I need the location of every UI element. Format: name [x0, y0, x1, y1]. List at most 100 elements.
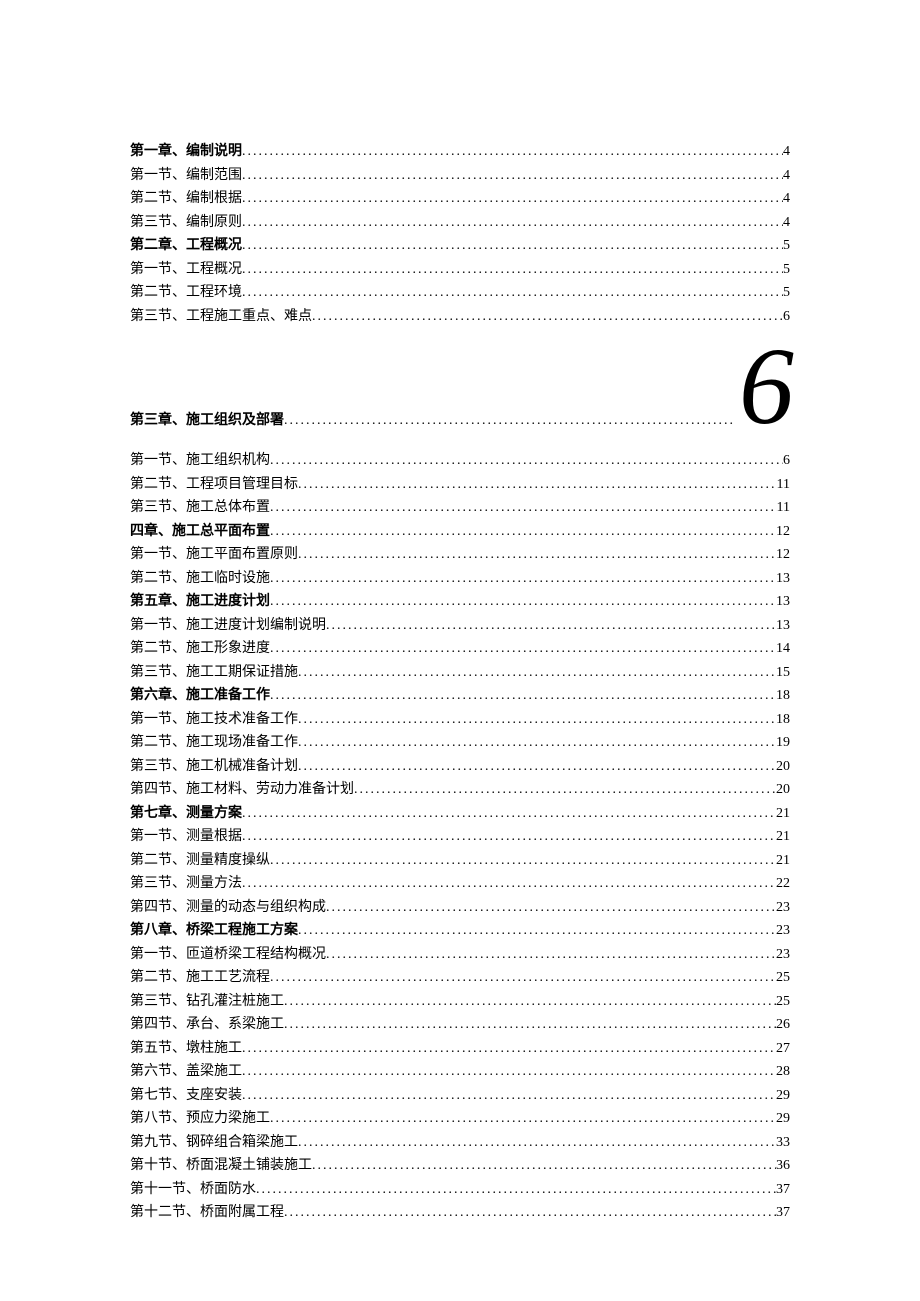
toc-entry-label: 第二节、施工形象进度 [130, 637, 270, 661]
toc-entry-page: 37 [776, 1201, 790, 1225]
toc-entry-label: 第三节、测量方法 [130, 872, 242, 896]
toc-entry-label: 第二节、工程项目管理目标 [130, 473, 298, 497]
toc-entry-label: 第一节、施工平面布置原则 [130, 543, 298, 567]
toc-entry-label: 第八节、预应力梁施工 [130, 1107, 270, 1131]
toc-entry-page: 15 [776, 661, 790, 685]
toc-entry-label: 第三节、钻孔灌注桩施工 [130, 990, 284, 1014]
toc-entry: 第四节、施工材料、劳动力准备计划 20 [130, 778, 790, 802]
toc-leader-dots [270, 966, 776, 990]
toc-entry-page: 25 [776, 966, 790, 990]
toc-entry: 第十二节、桥面附属工程37 [130, 1201, 790, 1225]
toc-entry-page: 23 [776, 943, 790, 967]
toc-entry-label: 第三节、编制原则 [130, 211, 242, 235]
toc-entry-label: 第六章、施工准备工作 [130, 684, 270, 708]
toc-entry: 第二节、工程环境5 [130, 281, 790, 305]
toc-entry: 第十一节、桥面防水37 [130, 1178, 790, 1202]
toc-leader-dots [270, 637, 776, 661]
toc-entry-label: 第三章、施工组织及部署 [130, 409, 284, 433]
toc-entry: 第三节、测量方法22 [130, 872, 790, 896]
toc-entry: 第一章、编制说明4 [130, 140, 790, 164]
toc-entry-page: 4 [783, 211, 790, 235]
toc-entry-label: 第一节、匝道桥梁工程结构概况 [130, 943, 326, 967]
toc-entry-page: 33 [776, 1131, 790, 1155]
toc-leader-dots [298, 473, 777, 497]
toc-entry-label: 第一节、施工技术准备工作 [130, 708, 298, 732]
toc-entry: 第二节、施工工艺流程25 [130, 966, 790, 990]
toc-entry-label: 第三节、施工工期保证措施 [130, 661, 298, 685]
toc-entry-label: 第五节、墩柱施工 [130, 1037, 242, 1061]
toc-leader-dots [242, 1037, 776, 1061]
toc-entry-page: 25 [776, 990, 790, 1014]
toc-entry-label: 第二节、施工现场准备工作 [130, 731, 298, 755]
toc-entry: 第四节、测量的动态与组织构成 23 [130, 896, 790, 920]
toc-entry: 第一节、测量根据21 [130, 825, 790, 849]
toc-leader-dots [242, 1084, 776, 1108]
toc-entry-page: 23 [776, 896, 790, 920]
toc-entry-label: 第二节、编制根据 [130, 187, 242, 211]
toc-entry-page: 18 [776, 684, 790, 708]
toc-entry-page: 37 [776, 1178, 790, 1202]
toc-entry-page: 29 [776, 1107, 790, 1131]
toc-entry: 第八节、预应力梁施工 29 [130, 1107, 790, 1131]
toc-entry: 第五章、施工进度计划13 [130, 590, 790, 614]
toc-leader-dots [298, 731, 776, 755]
toc-leader-dots [284, 413, 735, 433]
toc-entry-label: 第三节、施工机械准备计划 [130, 755, 298, 779]
toc-entry: 第十节、桥面混凝土铺装施工36 [130, 1154, 790, 1178]
toc-leader-dots [242, 211, 783, 235]
toc-entry: 第四节、承台、系梁施工26 [130, 1013, 790, 1037]
toc-entry-label: 第七节、支座安装 [130, 1084, 242, 1108]
toc-leader-dots [298, 755, 776, 779]
toc-entry-label: 第一节、施工组织机构 [130, 449, 270, 473]
toc-entry-label: 第八章、桥梁工程施工方案 [130, 919, 298, 943]
toc-entry-label: 第一节、测量根据 [130, 825, 242, 849]
toc-entry-page: 20 [776, 778, 790, 802]
toc-entry: 第六章、施工准备工作 18 [130, 684, 790, 708]
toc-entry-label: 第一节、工程概况 [130, 258, 242, 282]
toc-entry: 第五节、墩柱施工27 [130, 1037, 790, 1061]
toc-entry-label: 第三节、工程施工重点、难点 [130, 305, 312, 329]
toc-entry: 第一节、编制范围4 [130, 164, 790, 188]
toc-entry: 第一节、施工平面布置原则 12 [130, 543, 790, 567]
toc-entry-page: 19 [776, 731, 790, 755]
toc-leader-dots [242, 872, 776, 896]
toc-entry-page: 12 [776, 543, 790, 567]
toc-entry: 四章、施工总平面布置12 [130, 520, 790, 544]
toc-entry-label: 第四节、施工材料、劳动力准备计划 [130, 778, 354, 802]
toc-entry-page: 20 [776, 755, 790, 779]
toc-entry-page: 13 [776, 567, 790, 591]
toc-leader-dots [242, 140, 783, 164]
toc-entry: 第七节、支座安装 29 [130, 1084, 790, 1108]
spacer [130, 433, 790, 449]
toc-entry: 第二章、工程概况5 [130, 234, 790, 258]
toc-entry-page: 21 [776, 802, 790, 826]
toc-leader-dots [326, 614, 776, 638]
toc-entry: 第八章、桥梁工程施工方案23 [130, 919, 790, 943]
toc-leader-dots [256, 1178, 776, 1202]
toc-entry-page: 18 [776, 708, 790, 732]
toc-entry-page: 4 [783, 140, 790, 164]
toc-leader-dots [298, 543, 776, 567]
toc-leader-dots [298, 919, 776, 943]
toc-entry-page: 13 [776, 590, 790, 614]
toc-entry-page: 21 [776, 849, 790, 873]
toc-entry-page: 36 [776, 1154, 790, 1178]
toc-entry-page: 4 [783, 164, 790, 188]
toc-leader-dots [270, 567, 776, 591]
toc-leader-dots [242, 187, 783, 211]
toc-entry-page: 29 [776, 1084, 790, 1108]
toc-chapter-3-big-row: 第三章、施工组织及部署 6 [130, 328, 790, 433]
toc-entry-page: 11 [777, 473, 790, 497]
toc-entry: 第二节、编制根据4 [130, 187, 790, 211]
toc-leader-dots [242, 234, 783, 258]
toc-entry-label: 第四节、测量的动态与组织构成 [130, 896, 326, 920]
toc-entry-page: 13 [776, 614, 790, 638]
toc-entry: 第一节、工程概况5 [130, 258, 790, 282]
toc-entry-label: 第一节、施工进度计划编制说明 [130, 614, 326, 638]
toc-leader-dots [326, 896, 776, 920]
toc-leader-dots [242, 164, 783, 188]
toc-leader-dots [270, 520, 776, 544]
toc-leader-dots [298, 661, 776, 685]
toc-entry-label: 第九节、钢碎组合箱梁施工 [130, 1131, 298, 1155]
toc-big-page-number: 6 [735, 340, 790, 434]
